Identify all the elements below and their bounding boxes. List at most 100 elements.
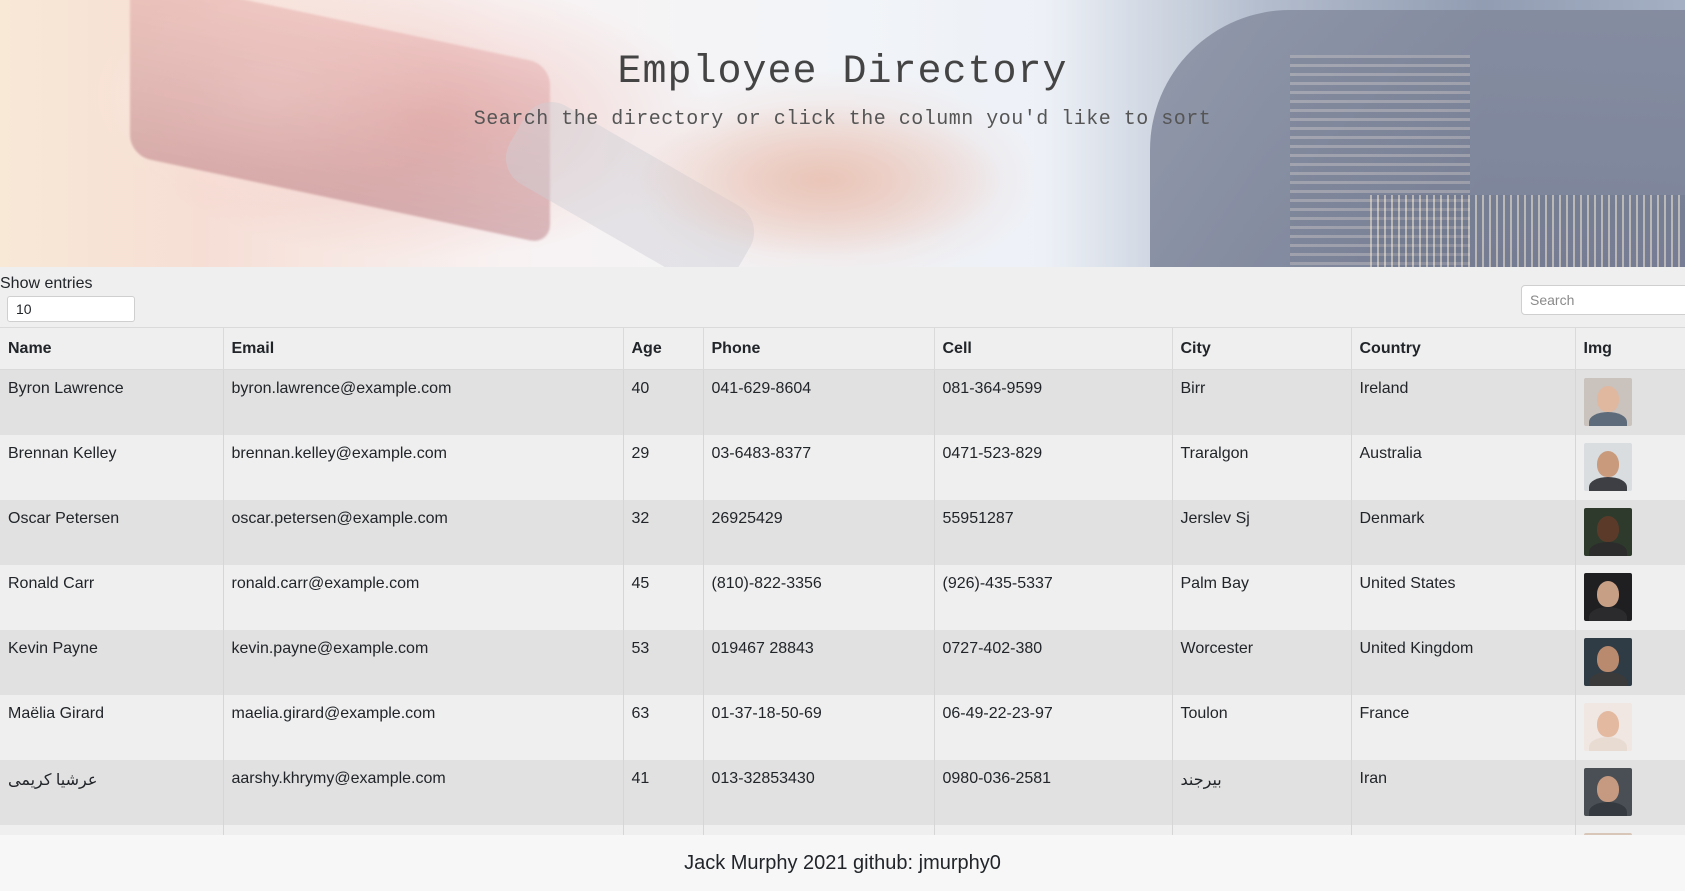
cell-phone: 01-37-18-50-69: [703, 694, 935, 760]
cell-name: Brennan Kelley: [0, 434, 224, 500]
cell-img: [1575, 759, 1685, 825]
cell-img: [1575, 694, 1685, 760]
cell-age: 45: [623, 564, 704, 630]
cell-cell: [934, 824, 1173, 835]
cell-img: [1575, 824, 1685, 835]
table-body: Byron Lawrence byron.lawrence@example.com…: [0, 369, 1685, 835]
avatar: [1583, 572, 1632, 621]
table-row: Byron Lawrence byron.lawrence@example.com…: [0, 369, 1685, 435]
cell-country: France: [1351, 694, 1576, 760]
avatar-head: [1596, 515, 1619, 542]
cell-cell: 081-364-9599: [934, 369, 1173, 435]
cell-email: aarshy.khrymy@example.com: [223, 759, 624, 825]
table-row: Ronald Carr ronald.carr@example.com 45 (810…: [0, 564, 1685, 630]
cell-cell: 06-49-22-23-97: [934, 694, 1173, 760]
cell-city: Traralgon: [1172, 434, 1352, 500]
footer: Jack Murphy 2021 github: jmurphy0: [0, 835, 1685, 891]
show-entries-label: Show entries: [0, 275, 93, 292]
cell-img: [1575, 564, 1685, 630]
cell-email: [223, 824, 624, 835]
avatar-body: [1588, 412, 1627, 426]
column-header-cell[interactable]: Cell: [934, 327, 1173, 370]
table-row: Brennan Kelley brennan.kelley@example.com…: [0, 434, 1685, 500]
cell-cell: 0980-036-2581: [934, 759, 1173, 825]
cell-email: kevin.payne@example.com: [223, 629, 624, 695]
avatar-head: [1596, 645, 1619, 672]
cell-phone: 019467 28843: [703, 629, 935, 695]
cell-phone: (810)-822-3356: [703, 564, 935, 630]
cell-name: Ronald Carr: [0, 564, 224, 630]
cell-img: [1575, 369, 1685, 435]
employee-table-container[interactable]: Name Email Age Phone Cell City Country I…: [0, 327, 1685, 835]
cell-age: 63: [623, 694, 704, 760]
cell-name: عرشيا كريمی: [0, 759, 224, 825]
column-header-city[interactable]: City: [1172, 327, 1352, 370]
avatar-head: [1596, 386, 1619, 412]
cell-age: [623, 824, 704, 835]
cell-phone: 03-6483-8377: [703, 434, 935, 500]
search-input[interactable]: [1521, 285, 1685, 315]
cell-name: Oscar Petersen: [0, 499, 224, 565]
avatar-body: [1588, 736, 1627, 751]
avatar-body: [1588, 606, 1627, 621]
entries-input[interactable]: [7, 296, 135, 322]
cell-email: oscar.petersen@example.com: [223, 499, 624, 565]
column-header-age[interactable]: Age: [623, 327, 704, 370]
avatar: [1583, 637, 1632, 686]
cell-img: [1575, 499, 1685, 565]
column-header-email[interactable]: Email: [223, 327, 624, 370]
page-subtitle: Search the directory or click the column…: [473, 108, 1212, 131]
hero-overlay: [0, 0, 1685, 267]
avatar-body: [1588, 671, 1627, 686]
cell-country: Denmark: [1351, 499, 1576, 565]
table-row: [0, 824, 1685, 835]
cell-city: Palm Bay: [1172, 564, 1352, 630]
cell-age: 32: [623, 499, 704, 565]
cell-city: Toulon: [1172, 694, 1352, 760]
avatar: [1583, 378, 1632, 426]
table-row: Oscar Petersen oscar.petersen@example.com…: [0, 499, 1685, 565]
column-header-phone[interactable]: Phone: [703, 327, 935, 370]
cell-email: maelia.girard@example.com: [223, 694, 624, 760]
cell-country: United Kingdom: [1351, 629, 1576, 695]
avatar-head: [1596, 710, 1619, 737]
cell-country: United States: [1351, 564, 1576, 630]
table-row: Kevin Payne kevin.payne@example.com 53 0194…: [0, 629, 1685, 695]
avatar: [1583, 767, 1632, 816]
page-title: Employee Directory: [617, 50, 1068, 95]
cell-cell: (926)-435-5337: [934, 564, 1173, 630]
cell-email: byron.lawrence@example.com: [223, 369, 624, 435]
cell-city: [1172, 824, 1352, 835]
avatar-body: [1588, 541, 1627, 556]
cell-img: [1575, 434, 1685, 500]
cell-age: 41: [623, 759, 704, 825]
footer-text: Jack Murphy 2021 github: jmurphy0: [684, 852, 1001, 874]
cell-name: Maëlia Girard: [0, 694, 224, 760]
cell-city: بیرجند: [1172, 759, 1352, 825]
cell-phone: 041-629-8604: [703, 369, 935, 435]
avatar-head: [1596, 580, 1619, 607]
cell-phone: 26925429: [703, 499, 935, 565]
cell-age: 29: [623, 434, 704, 500]
cell-email: ronald.carr@example.com: [223, 564, 624, 630]
avatar-head: [1596, 775, 1619, 802]
cell-cell: 55951287: [934, 499, 1173, 565]
avatar: [1583, 442, 1632, 491]
avatar-head: [1596, 450, 1619, 477]
table-controls: Show entries: [0, 267, 1685, 327]
cell-cell: 0471-523-829: [934, 434, 1173, 500]
cell-email: brennan.kelley@example.com: [223, 434, 624, 500]
column-header-name[interactable]: Name: [0, 327, 224, 370]
cell-city: Birr: [1172, 369, 1352, 435]
cell-age: 40: [623, 369, 704, 435]
table-header-row: Name Email Age Phone Cell City Country I…: [0, 327, 1685, 370]
column-header-img[interactable]: Img: [1575, 327, 1685, 370]
table-row: عرشيا كريمی aarshy.khrymy@example.com 41 01…: [0, 759, 1685, 825]
avatar: [1583, 507, 1632, 556]
avatar-body: [1588, 801, 1627, 816]
column-header-country[interactable]: Country: [1351, 327, 1576, 370]
hero-banner: Employee Directory Search the directory …: [0, 0, 1685, 267]
cell-cell: 0727-402-380: [934, 629, 1173, 695]
cell-city: Jerslev Sj: [1172, 499, 1352, 565]
cell-country: Australia: [1351, 434, 1576, 500]
